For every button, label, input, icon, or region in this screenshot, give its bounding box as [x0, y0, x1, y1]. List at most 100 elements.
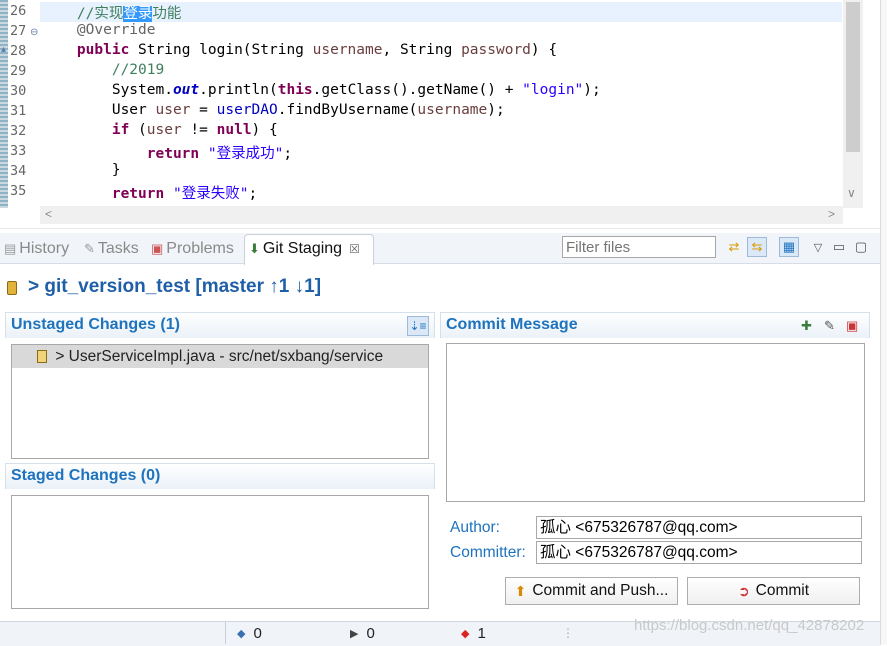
line-number: 28 [10, 43, 27, 59]
code-token: user [146, 122, 182, 138]
incoming-commits[interactable]: ◆ 0 [237, 625, 262, 642]
history-icon: ▤ [4, 241, 17, 256]
code-line[interactable]: User user = userDAO.findByUsername(usern… [42, 102, 505, 118]
committer-label: Committer: [450, 544, 526, 561]
code-token: .getClass().getName() + [312, 82, 523, 98]
list-item[interactable]: > UserServiceImpl.java - src/net/sxbang/… [12, 345, 428, 368]
link-selection-icon[interactable]: ⇆ [747, 237, 767, 257]
outgoing-commits[interactable]: ▶ 0 [350, 625, 375, 642]
code-token: } [42, 162, 121, 178]
amend-icon[interactable]: ✎ [824, 318, 835, 334]
author-field[interactable]: 孤心 <675326787@qq.com> [536, 516, 862, 539]
conflicts-count[interactable]: ◆ 1 [461, 625, 486, 642]
code-token: != [181, 122, 217, 138]
line-number: 29 [10, 63, 27, 79]
staged-changes-header[interactable]: Staged Changes (0) [5, 463, 435, 489]
code-line[interactable]: return "登录失败"; [42, 182, 257, 203]
change-ruler [0, 0, 8, 208]
line-number: 31 [10, 103, 27, 119]
code-token: User [42, 102, 156, 118]
commit-and-push-button[interactable]: ⬆ Commit and Push... [505, 577, 678, 605]
fold-toggle-icon[interactable]: ⊖ [30, 27, 38, 38]
editor-scroll-thumb[interactable] [846, 2, 860, 152]
commit-message-input[interactable] [446, 343, 865, 502]
code-token: = [190, 102, 217, 118]
code-line[interactable]: @Override [42, 22, 156, 38]
code-token: 功能 [152, 6, 182, 22]
code-token: password [461, 42, 531, 58]
tab-git-staging-content[interactable]: ⬇ Git Staging ☒ [249, 240, 360, 258]
code-token: return [146, 146, 200, 162]
view-menu-icon[interactable]: ▽ [808, 237, 828, 257]
code-token: "登录成功" [207, 146, 284, 162]
code-token: @Override [42, 22, 156, 38]
code-line[interactable]: if (user != null) { [42, 122, 278, 138]
presentation-icon[interactable]: ▦ [779, 237, 799, 257]
code-token: .println( [199, 82, 278, 98]
code-line[interactable]: public String login(String username, Str… [42, 42, 557, 58]
incoming-arrow-icon: ◆ [237, 628, 246, 640]
scroll-left-icon[interactable]: < [45, 207, 52, 221]
tasks-icon: ✎ [84, 241, 95, 256]
code-line[interactable]: } [42, 162, 121, 178]
status-divider [225, 622, 226, 644]
commit-button[interactable]: ➲ Commit [687, 577, 860, 605]
code-line[interactable]: //实现登录功能 [42, 2, 181, 23]
code-line[interactable]: //2019 [42, 62, 164, 78]
repository-title: > git_version_test [master ↑1 ↓1] [28, 276, 322, 297]
code-token: , String [382, 42, 462, 58]
override-marker-icon: ▴ [1, 44, 7, 55]
git-staging-icon: ⬇ [249, 241, 260, 256]
code-token: if [111, 122, 130, 138]
code-token: ) { [251, 122, 278, 138]
committer-field[interactable]: 孤心 <675326787@qq.com> [536, 541, 862, 564]
conflict-icon: ◆ [461, 628, 470, 640]
outgoing-arrow-icon: ▶ [350, 628, 359, 640]
code-token: .findByUsername( [277, 102, 418, 118]
scroll-down-icon[interactable]: ∨ [847, 186, 856, 200]
line-number: 33 [10, 143, 27, 159]
code-token: ( [129, 122, 147, 138]
code-line[interactable]: return "登录成功"; [42, 142, 292, 163]
sort-icon[interactable]: ⇣≡ [407, 316, 429, 336]
code-token: "登录失败" [172, 186, 249, 202]
tab-problems[interactable]: ▣ Problems [151, 240, 234, 258]
signed-off-icon[interactable]: ✚ [801, 318, 812, 334]
code-token: "login" [522, 82, 584, 98]
code-token: //2019 [42, 62, 165, 78]
watermark: https://blog.csdn.net/qq_42878202 [634, 617, 865, 634]
window-edge [880, 0, 887, 645]
repository-icon [7, 281, 17, 295]
editor-horizontal-scrollbar[interactable] [40, 206, 843, 224]
close-tab-icon[interactable]: ☒ [349, 242, 360, 256]
code-token: ) { [530, 42, 558, 58]
minimize-icon[interactable]: ▭ [829, 237, 849, 257]
code-token: ); [583, 82, 601, 98]
unstaged-changes-header[interactable]: Unstaged Changes (1) [5, 312, 435, 338]
code-token: null [216, 122, 252, 138]
code-token: public [76, 42, 130, 58]
line-number: 30 [10, 83, 27, 99]
code-line[interactable]: System.out.println(this.getClass().getNa… [42, 82, 601, 98]
java-file-icon [37, 350, 47, 363]
maximize-icon[interactable]: ▢ [851, 237, 871, 257]
push-icon: ⬆ [514, 582, 527, 599]
code-token: user [155, 102, 191, 118]
filter-files-input[interactable] [562, 236, 716, 258]
scroll-right-icon[interactable]: > [828, 207, 835, 221]
staged-files-list[interactable] [11, 495, 429, 609]
problems-icon: ▣ [151, 241, 164, 256]
code-token: String login(String [129, 42, 313, 58]
status-grip-icon: ⋮ [562, 626, 574, 640]
tab-tasks[interactable]: ✎ Tasks [84, 240, 139, 258]
code-token: ; [283, 146, 293, 162]
refresh-icon[interactable]: ⇄ [724, 237, 744, 257]
tab-history[interactable]: ▤ History [4, 240, 69, 258]
code-token: System. [42, 82, 173, 98]
change-id-icon[interactable]: ▣ [846, 318, 858, 334]
